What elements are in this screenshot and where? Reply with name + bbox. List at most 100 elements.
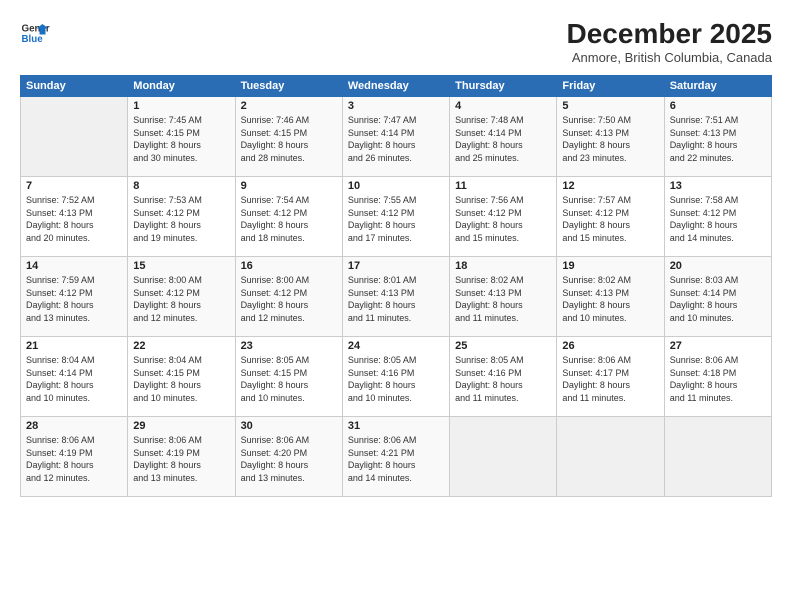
day-number: 9	[241, 180, 337, 192]
day-cell	[557, 417, 664, 497]
day-cell: 27 Sunrise: 8:06 AMSunset: 4:18 PMDayligh…	[664, 337, 771, 417]
day-info: Sunrise: 8:01 AMSunset: 4:13 PMDaylight:…	[348, 274, 444, 324]
page: General Blue December 2025 Anmore, Briti…	[0, 0, 792, 612]
day-number: 15	[133, 260, 229, 272]
day-number: 16	[241, 260, 337, 272]
day-info: Sunrise: 7:47 AMSunset: 4:14 PMDaylight:…	[348, 114, 444, 164]
day-info: Sunrise: 8:05 AMSunset: 4:16 PMDaylight:…	[455, 354, 551, 404]
day-number: 1	[133, 100, 229, 112]
day-number: 14	[26, 260, 122, 272]
day-cell: 31Sunrise: 8:06 AMSunset: 4:21 PMDayligh…	[342, 417, 449, 497]
col-header-thursday: Thursday	[450, 76, 557, 97]
day-info: Sunrise: 8:03 AMSunset: 4:14 PMDaylight:…	[670, 274, 766, 324]
day-number: 10	[348, 180, 444, 192]
day-cell: 28 Sunrise: 8:06 AMSunset: 4:19 PMDayligh…	[21, 417, 128, 497]
day-cell: 22 Sunrise: 8:04 AMSunset: 4:15 PMDayligh…	[128, 337, 235, 417]
day-number: 3	[348, 100, 444, 112]
day-cell: 3 Sunrise: 7:47 AMSunset: 4:14 PMDaylight…	[342, 97, 449, 177]
day-cell: 25 Sunrise: 8:05 AMSunset: 4:16 PMDayligh…	[450, 337, 557, 417]
day-info: Sunrise: 7:53 AMSunset: 4:12 PMDaylight:…	[133, 194, 229, 244]
day-cell: 16 Sunrise: 8:00 AMSunset: 4:12 PMDayligh…	[235, 257, 342, 337]
day-cell: 30 Sunrise: 8:06 AMSunset: 4:20 PMDayligh…	[235, 417, 342, 497]
day-cell: 6 Sunrise: 7:51 AMSunset: 4:13 PMDaylight…	[664, 97, 771, 177]
day-cell: 1 Sunrise: 7:45 AMSunset: 4:15 PMDaylight…	[128, 97, 235, 177]
day-number: 30	[241, 420, 337, 432]
day-cell	[21, 97, 128, 177]
svg-text:Blue: Blue	[22, 34, 44, 45]
day-info: Sunrise: 7:50 AMSunset: 4:13 PMDaylight:…	[562, 114, 658, 164]
day-cell	[664, 417, 771, 497]
day-cell	[450, 417, 557, 497]
day-info: Sunrise: 8:00 AMSunset: 4:12 PMDaylight:…	[241, 274, 337, 324]
day-number: 6	[670, 100, 766, 112]
day-cell: 5Sunrise: 7:50 AMSunset: 4:13 PMDaylight…	[557, 97, 664, 177]
day-number: 27	[670, 340, 766, 352]
day-info: Sunrise: 7:52 AMSunset: 4:13 PMDaylight:…	[26, 194, 122, 244]
day-info: Sunrise: 7:59 AMSunset: 4:12 PMDaylight:…	[26, 274, 122, 324]
day-number: 22	[133, 340, 229, 352]
day-info: Sunrise: 8:06 AMSunset: 4:19 PMDaylight:…	[133, 434, 229, 484]
day-number: 21	[26, 340, 122, 352]
day-cell: 17 Sunrise: 8:01 AMSunset: 4:13 PMDayligh…	[342, 257, 449, 337]
day-number: 17	[348, 260, 444, 272]
day-info: Sunrise: 8:06 AMSunset: 4:18 PMDaylight:…	[670, 354, 766, 404]
day-info: Sunrise: 8:05 AMSunset: 4:16 PMDaylight:…	[348, 354, 444, 404]
day-number: 20	[670, 260, 766, 272]
day-cell: 26Sunrise: 8:06 AMSunset: 4:17 PMDayligh…	[557, 337, 664, 417]
col-header-friday: Friday	[557, 76, 664, 97]
day-number: 12	[562, 180, 658, 192]
day-number: 4	[455, 100, 551, 112]
col-header-tuesday: Tuesday	[235, 76, 342, 97]
day-info: Sunrise: 7:51 AMSunset: 4:13 PMDaylight:…	[670, 114, 766, 164]
logo-icon: General Blue	[20, 18, 50, 48]
day-info: Sunrise: 7:45 AMSunset: 4:15 PMDaylight:…	[133, 114, 229, 164]
day-cell: 15 Sunrise: 8:00 AMSunset: 4:12 PMDayligh…	[128, 257, 235, 337]
day-number: 7	[26, 180, 122, 192]
col-header-saturday: Saturday	[664, 76, 771, 97]
day-cell: 29 Sunrise: 8:06 AMSunset: 4:19 PMDayligh…	[128, 417, 235, 497]
day-cell: 23 Sunrise: 8:05 AMSunset: 4:15 PMDayligh…	[235, 337, 342, 417]
day-number: 23	[241, 340, 337, 352]
day-info: Sunrise: 8:05 AMSunset: 4:15 PMDaylight:…	[241, 354, 337, 404]
day-number: 29	[133, 420, 229, 432]
day-cell: 20 Sunrise: 8:03 AMSunset: 4:14 PMDayligh…	[664, 257, 771, 337]
day-cell: 21Sunrise: 8:04 AMSunset: 4:14 PMDayligh…	[21, 337, 128, 417]
day-info: Sunrise: 7:46 AMSunset: 4:15 PMDaylight:…	[241, 114, 337, 164]
week-row-2: 7 Sunrise: 7:52 AMSunset: 4:13 PMDaylight…	[21, 177, 772, 257]
week-row-1: 1 Sunrise: 7:45 AMSunset: 4:15 PMDaylight…	[21, 97, 772, 177]
day-cell: 8 Sunrise: 7:53 AMSunset: 4:12 PMDaylight…	[128, 177, 235, 257]
day-cell: 7 Sunrise: 7:52 AMSunset: 4:13 PMDaylight…	[21, 177, 128, 257]
day-cell: 18Sunrise: 8:02 AMSunset: 4:13 PMDayligh…	[450, 257, 557, 337]
week-row-5: 28 Sunrise: 8:06 AMSunset: 4:19 PMDayligh…	[21, 417, 772, 497]
day-info: Sunrise: 8:04 AMSunset: 4:15 PMDaylight:…	[133, 354, 229, 404]
day-info: Sunrise: 8:06 AMSunset: 4:20 PMDaylight:…	[241, 434, 337, 484]
month-title: December 2025	[567, 18, 772, 50]
day-cell: 12 Sunrise: 7:57 AMSunset: 4:12 PMDayligh…	[557, 177, 664, 257]
day-number: 25	[455, 340, 551, 352]
day-number: 8	[133, 180, 229, 192]
day-cell: 13 Sunrise: 7:58 AMSunset: 4:12 PMDayligh…	[664, 177, 771, 257]
day-info: Sunrise: 7:58 AMSunset: 4:12 PMDaylight:…	[670, 194, 766, 244]
svg-text:General: General	[22, 24, 51, 35]
day-info: Sunrise: 8:06 AMSunset: 4:17 PMDaylight:…	[562, 354, 658, 404]
day-info: Sunrise: 7:57 AMSunset: 4:12 PMDaylight:…	[562, 194, 658, 244]
day-number: 24	[348, 340, 444, 352]
day-info: Sunrise: 8:06 AMSunset: 4:19 PMDaylight:…	[26, 434, 122, 484]
col-header-monday: Monday	[128, 76, 235, 97]
day-number: 19	[562, 260, 658, 272]
day-cell: 10Sunrise: 7:55 AMSunset: 4:12 PMDayligh…	[342, 177, 449, 257]
calendar-table: SundayMondayTuesdayWednesdayThursdayFrid…	[20, 75, 772, 497]
day-number: 2	[241, 100, 337, 112]
location: Anmore, British Columbia, Canada	[567, 50, 772, 65]
day-info: Sunrise: 8:06 AMSunset: 4:21 PMDaylight:…	[348, 434, 444, 484]
logo: General Blue	[20, 18, 50, 48]
header-row: SundayMondayTuesdayWednesdayThursdayFrid…	[21, 76, 772, 97]
day-info: Sunrise: 8:00 AMSunset: 4:12 PMDaylight:…	[133, 274, 229, 324]
header: General Blue December 2025 Anmore, Briti…	[20, 18, 772, 65]
week-row-3: 14 Sunrise: 7:59 AMSunset: 4:12 PMDayligh…	[21, 257, 772, 337]
week-row-4: 21Sunrise: 8:04 AMSunset: 4:14 PMDayligh…	[21, 337, 772, 417]
day-number: 13	[670, 180, 766, 192]
day-info: Sunrise: 8:02 AMSunset: 4:13 PMDaylight:…	[562, 274, 658, 324]
day-cell: 24 Sunrise: 8:05 AMSunset: 4:16 PMDayligh…	[342, 337, 449, 417]
day-number: 28	[26, 420, 122, 432]
